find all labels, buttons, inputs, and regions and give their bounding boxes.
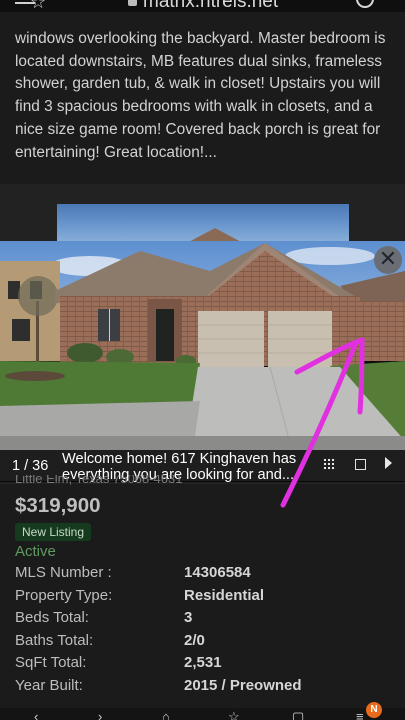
lock-icon (128, 0, 137, 7)
detail-value: 2,531 (184, 654, 222, 672)
photo-counter: 1 / 36 (12, 458, 49, 474)
listing-address: Little Elm, Texas 75068-4631 (15, 475, 183, 485)
detail-row: Baths Total: 2/0 (15, 632, 395, 655)
detail-label: MLS Number : (15, 564, 112, 581)
detail-row: Property Type: Residential (15, 587, 395, 610)
detail-label: Baths Total: (15, 631, 94, 649)
close-icon: ✕ (378, 246, 398, 271)
photo-viewer[interactable] (0, 241, 405, 481)
home-icon[interactable]: ⌂ (162, 710, 170, 720)
detail-value: Residential (184, 586, 265, 604)
notification-badge: N (366, 702, 382, 718)
detail-row: MLS Number : 14306584 (15, 564, 395, 587)
detail-label: Year Built: (15, 676, 83, 694)
star-icon[interactable]: ☆ (30, 0, 46, 12)
new-listing-badge: New Listing (15, 523, 92, 541)
listing-description: windows overlooking the backyard. Master… (15, 30, 386, 161)
detail-row: Year Built: 2015 / Preowned (15, 677, 395, 700)
detail-label: Beds Total: (15, 609, 89, 627)
tabs-circle-icon[interactable] (356, 0, 374, 8)
detail-label: Property Type: (15, 586, 113, 604)
url-text: matrix.ntreis.net (143, 0, 279, 12)
close-viewer-button[interactable]: ✕ (374, 246, 402, 274)
detail-value: 2/0 (184, 631, 205, 649)
detail-row: SqFt Total: 2,531 (15, 654, 395, 677)
listing-price: $319,900 (15, 494, 101, 517)
url-bar[interactable]: matrix.ntreis.net (128, 0, 278, 12)
house-photo (0, 241, 405, 481)
browser-bottom-nav: ‹ › ⌂ ☆ ▢ ≡ (0, 708, 405, 720)
browser-top-bar: ☆ matrix.ntreis.net (0, 0, 405, 12)
tabs-icon[interactable]: ▢ (292, 710, 304, 720)
next-photo-icon[interactable] (385, 457, 392, 469)
back-icon[interactable]: ‹ (34, 710, 38, 720)
detail-label: SqFt Total: (15, 654, 87, 672)
detail-value: 3 (184, 609, 193, 627)
listing-status: Active (15, 543, 56, 560)
detail-row: Beds Total: 3 (15, 609, 395, 632)
bookmark-icon[interactable]: ☆ (228, 710, 240, 720)
fullscreen-icon[interactable] (355, 459, 366, 470)
listing-details: MLS Number : 14306584 Property Type: Res… (15, 564, 395, 700)
detail-value: 2015 / Preowned (184, 676, 302, 694)
forward-icon[interactable]: › (98, 710, 102, 720)
listing-photo-thumbnail[interactable] (57, 204, 349, 244)
grid-icon[interactable] (323, 458, 335, 470)
detail-value: 14306584 (184, 564, 251, 581)
menu-icon[interactable]: ≡ (356, 710, 364, 720)
